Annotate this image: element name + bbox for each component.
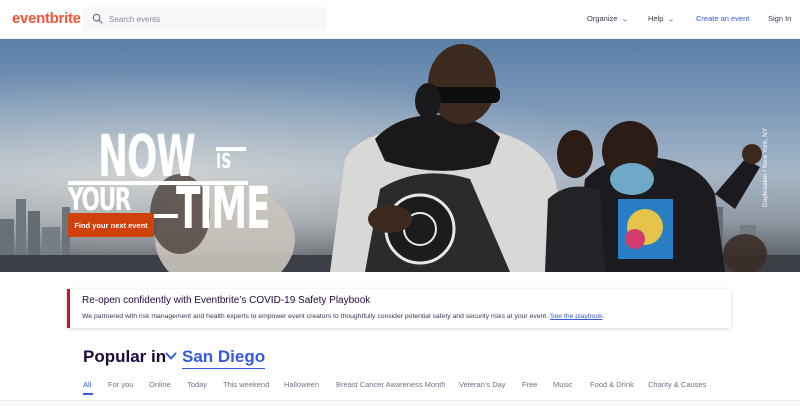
banner-body-text: We partnered with risk management and he…: [82, 313, 549, 320]
active-tab-indicator: [83, 393, 93, 395]
nav-help-label: Help: [648, 14, 664, 23]
hero-title-is: IS: [216, 149, 232, 173]
tab-all[interactable]: All: [83, 380, 91, 389]
chevron-down-icon: ⌄: [621, 16, 630, 23]
find-next-event-button[interactable]: Find your next event: [68, 213, 154, 237]
tab-music[interactable]: Music: [553, 380, 573, 389]
tab-food-drink[interactable]: Food & Drink: [590, 380, 634, 389]
chevron-down-icon: ⌄: [667, 16, 676, 23]
tab-online[interactable]: Online: [149, 380, 171, 389]
hero-title-your: YOUR: [68, 182, 132, 218]
chevron-down-icon[interactable]: [165, 351, 177, 361]
location-selector[interactable]: San Diego: [182, 347, 266, 369]
search-icon: [92, 13, 103, 24]
photo-credit: Daybreaker / New York, NY: [762, 127, 769, 207]
search-input[interactable]: [109, 7, 319, 31]
hero-title-time: TIME: [176, 174, 271, 242]
sign-in-link[interactable]: Sign In: [768, 14, 791, 23]
nav-organize[interactable]: Organize ⌄: [587, 14, 630, 23]
category-tabs: All For you Online Today This weekend Ha…: [83, 380, 800, 400]
covid-safety-banner: Re-open confidently with Eventbrite’s CO…: [67, 289, 731, 328]
nav-organize-label: Organize: [587, 14, 618, 23]
popular-label: Popular in: [83, 347, 167, 366]
tab-charity-causes[interactable]: Charity & Causes: [648, 380, 706, 389]
banner-title: Re-open confidently with Eventbrite’s CO…: [82, 295, 371, 306]
tab-this-weekend[interactable]: This weekend: [223, 380, 269, 389]
tab-today[interactable]: Today: [187, 380, 207, 389]
content-divider: [0, 400, 800, 406]
hero-banner: NOW IS YOUR TIME Daybreaker / New York, …: [0, 39, 800, 272]
nav-help[interactable]: Help ⌄: [648, 14, 676, 23]
eventbrite-logo[interactable]: eventbrite: [12, 10, 81, 27]
tab-for-you[interactable]: For you: [108, 380, 133, 389]
tab-veterans-day[interactable]: Veteran’s Day: [459, 380, 506, 389]
search-bar[interactable]: [83, 7, 327, 31]
banner-body-tail: .: [602, 313, 605, 320]
tab-halloween[interactable]: Halloween: [284, 380, 319, 389]
tab-breast-cancer-awareness-month[interactable]: Breast Cancer Awareness Month: [336, 380, 446, 389]
top-nav: eventbrite Organize⌄ Help⌄ Create an eve…: [0, 0, 800, 39]
create-event-link[interactable]: Create an event: [696, 14, 749, 23]
banner-body: We partnered with risk management and he…: [82, 313, 604, 320]
see-playbook-link[interactable]: See the playbook: [550, 313, 603, 320]
tab-free[interactable]: Free: [522, 380, 537, 389]
